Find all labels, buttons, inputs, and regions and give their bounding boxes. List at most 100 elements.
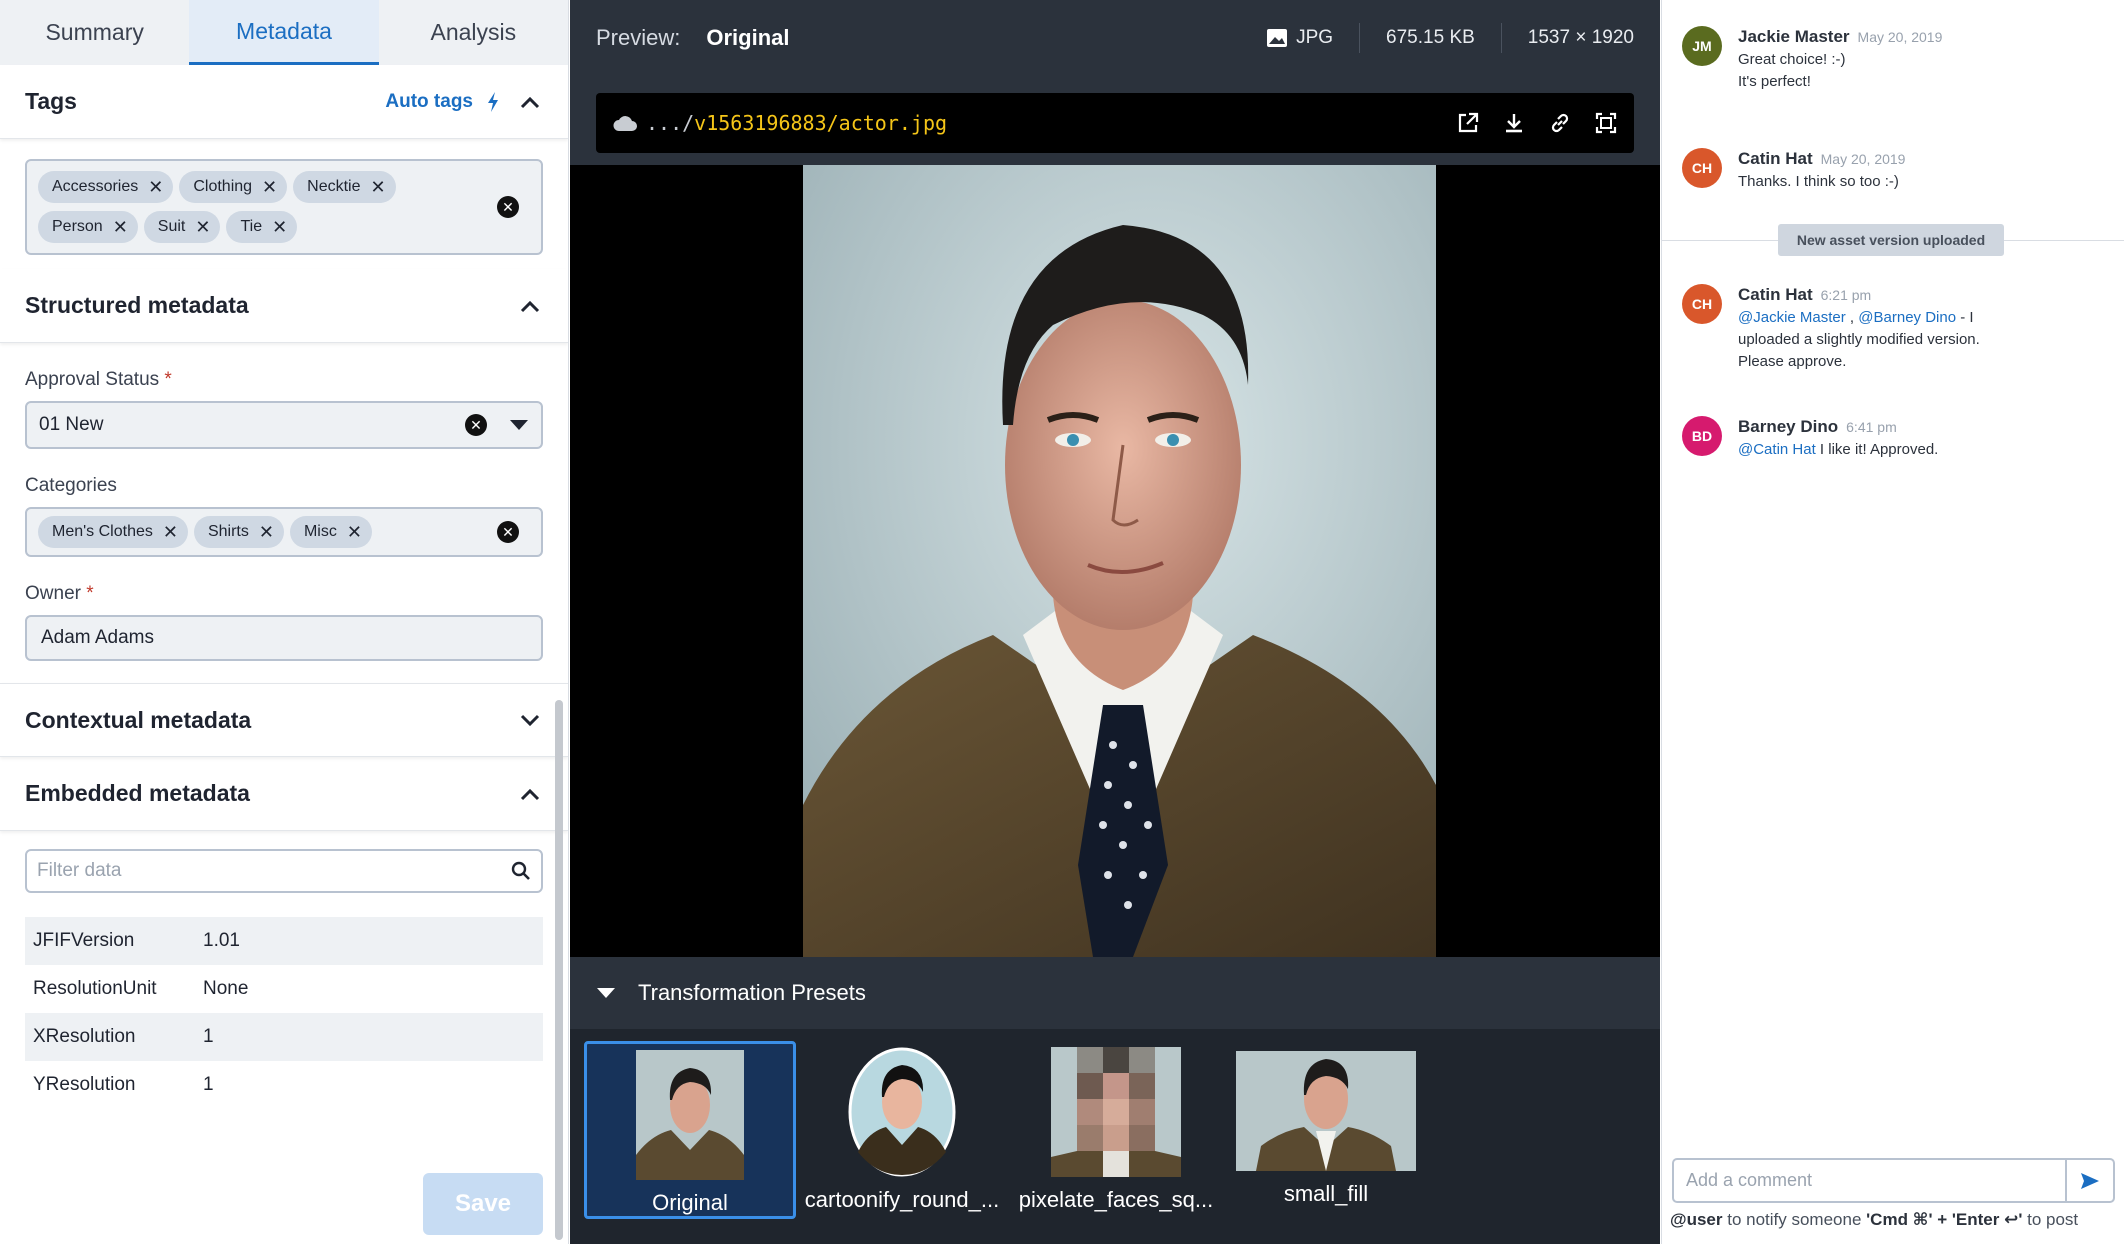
clear-approval-icon[interactable]: ✕ bbox=[465, 414, 487, 436]
preset-thumbnail bbox=[848, 1047, 956, 1177]
remove-tag-icon[interactable]: ✕ bbox=[371, 178, 386, 196]
comment-item: BD Barney Dino 6:41 pm @Catin Hat I like … bbox=[1682, 416, 1938, 461]
chevron-up-icon[interactable] bbox=[517, 293, 543, 319]
remove-tag-icon[interactable]: ✕ bbox=[113, 218, 128, 236]
structured-section-header[interactable]: Structured metadata bbox=[0, 269, 568, 343]
remove-category-icon[interactable]: ✕ bbox=[259, 523, 274, 541]
tags-title: Tags bbox=[25, 88, 77, 114]
search-icon[interactable] bbox=[511, 861, 531, 881]
metadata-panel: Summary Metadata Analysis Tags Auto tags… bbox=[0, 0, 569, 1244]
tag-chip: Tie ✕ bbox=[226, 211, 298, 243]
approval-status-value: 01 New bbox=[39, 414, 104, 435]
presets-list: Original cartoonify_round_... pixelate_f… bbox=[570, 1029, 1660, 1244]
tags-input[interactable]: Accessories ✕ Clothing ✕ Necktie ✕ Person ✕ Sui… bbox=[25, 159, 543, 255]
owner-label: Owner * bbox=[25, 583, 94, 604]
preview-label: Preview: bbox=[596, 24, 681, 50]
save-button[interactable]: Save bbox=[423, 1173, 543, 1235]
meta-value: 1 bbox=[203, 1074, 214, 1095]
category-chip-label: Misc bbox=[303, 523, 337, 540]
asset-preview-image[interactable] bbox=[803, 165, 1436, 957]
owner-input[interactable]: Adam Adams bbox=[25, 615, 543, 661]
remove-tag-icon[interactable]: ✕ bbox=[272, 218, 287, 236]
mention-link[interactable]: @Barney Dino bbox=[1858, 309, 1956, 326]
categories-label: Categories bbox=[25, 475, 117, 496]
comment-text: Great choice! :-) bbox=[1738, 51, 1846, 68]
embedded-section-header[interactable]: Embedded metadata bbox=[0, 757, 568, 831]
chevron-down-icon[interactable] bbox=[509, 419, 529, 431]
clear-categories-icon[interactable]: ✕ bbox=[497, 521, 519, 543]
remove-tag-icon[interactable]: ✕ bbox=[195, 218, 210, 236]
remove-category-icon[interactable]: ✕ bbox=[347, 523, 362, 541]
tag-chip-label: Clothing bbox=[193, 178, 253, 195]
chevron-up-icon[interactable] bbox=[517, 781, 543, 807]
asset-path-bar: .../ v1563196883/actor.jpg bbox=[596, 93, 1634, 153]
mention-link[interactable]: @Jackie Master bbox=[1738, 309, 1846, 326]
contextual-section-header[interactable]: Contextual metadata bbox=[0, 683, 568, 757]
filter-data-input[interactable]: Filter data bbox=[25, 849, 543, 893]
remove-tag-icon[interactable]: ✕ bbox=[148, 178, 163, 196]
comment-text: Please approve. bbox=[1738, 353, 1847, 370]
comment-author: Catin Hat bbox=[1738, 285, 1813, 304]
preset-thumbnail bbox=[1051, 1047, 1181, 1177]
avatar: CH bbox=[1682, 284, 1722, 324]
asset-path[interactable]: v1563196883/actor.jpg bbox=[694, 111, 947, 135]
embedded-metadata-table: JFIFVersion 1.01 ResolutionUnit None XReso… bbox=[25, 917, 543, 1109]
mention-link[interactable]: @Catin Hat bbox=[1738, 441, 1816, 458]
categories-input[interactable]: Men's Clothes ✕ Shirts ✕ Misc ✕ ✕ bbox=[25, 507, 543, 557]
chevron-down-icon[interactable] bbox=[517, 707, 543, 733]
transformation-presets-header[interactable]: Transformation Presets bbox=[570, 957, 1660, 1029]
tab-metadata[interactable]: Metadata bbox=[189, 0, 379, 65]
remove-category-icon[interactable]: ✕ bbox=[163, 523, 178, 541]
tag-chip-label: Suit bbox=[157, 218, 186, 235]
chevron-up-icon[interactable] bbox=[517, 89, 543, 115]
image-preview-area bbox=[570, 165, 1660, 957]
remove-tag-icon[interactable]: ✕ bbox=[262, 178, 277, 196]
table-row: XResolution 1 bbox=[25, 1013, 543, 1061]
contextual-title: Contextual metadata bbox=[25, 706, 252, 733]
preset-label: cartoonify_round_... bbox=[804, 1187, 1000, 1212]
approval-status-select[interactable]: 01 New ✕ bbox=[25, 401, 543, 449]
tag-chip: Suit ✕ bbox=[143, 211, 221, 243]
preset-thumbnail bbox=[636, 1050, 744, 1180]
table-row: ResolutionUnit None bbox=[25, 965, 543, 1013]
download-icon[interactable] bbox=[1502, 111, 1526, 135]
presets-title: Transformation Presets bbox=[638, 980, 866, 1005]
tab-analysis[interactable]: Analysis bbox=[379, 0, 568, 65]
preset-small-fill[interactable]: small_fill bbox=[1220, 1041, 1432, 1219]
auto-tags-button[interactable]: Auto tags bbox=[385, 91, 499, 113]
tab-summary[interactable]: Summary bbox=[0, 0, 189, 65]
comment-hint: @user to notify someone 'Cmd ⌘' + 'Enter… bbox=[1670, 1210, 2079, 1229]
comment-placeholder: Add a comment bbox=[1686, 1170, 1813, 1190]
meta-key: YResolution bbox=[33, 1074, 136, 1095]
preview-version: Original bbox=[706, 24, 790, 50]
tag-chip: Necktie ✕ bbox=[293, 171, 396, 203]
tag-chip: Clothing ✕ bbox=[179, 171, 288, 203]
path-prefix: .../ bbox=[646, 111, 695, 135]
meta-key: JFIFVersion bbox=[33, 930, 135, 951]
link-icon[interactable] bbox=[1548, 111, 1572, 135]
preset-pixelate[interactable]: pixelate_faces_sq... bbox=[1010, 1041, 1222, 1219]
preset-cartoonify[interactable]: cartoonify_round_... bbox=[796, 1041, 1008, 1219]
comment-item: JM Jackie Master May 20, 2019 Great choic… bbox=[1682, 26, 1942, 93]
send-button[interactable] bbox=[2065, 1160, 2113, 1201]
structured-title: Structured metadata bbox=[25, 292, 249, 318]
caret-down-icon[interactable] bbox=[596, 987, 616, 999]
meta-value: 1.01 bbox=[203, 930, 240, 951]
meta-value: 1 bbox=[203, 1026, 214, 1047]
embedded-title: Embedded metadata bbox=[25, 780, 250, 806]
open-external-icon[interactable] bbox=[1456, 111, 1480, 135]
meta-value: None bbox=[203, 978, 249, 999]
panel-scrollbar[interactable] bbox=[555, 700, 563, 1240]
crop-fullscreen-icon[interactable] bbox=[1594, 111, 1618, 135]
clear-tags-icon[interactable]: ✕ bbox=[497, 196, 519, 218]
tags-section-header[interactable]: Tags Auto tags bbox=[0, 65, 568, 139]
comment-input[interactable]: Add a comment bbox=[1672, 1158, 2115, 1203]
tag-chip-label: Accessories bbox=[52, 178, 139, 195]
filter-placeholder: Filter data bbox=[37, 860, 122, 881]
comment-author: Catin Hat bbox=[1738, 149, 1813, 168]
preset-original[interactable]: Original bbox=[584, 1041, 796, 1219]
avatar: BD bbox=[1682, 416, 1722, 456]
file-format: JPG bbox=[1296, 26, 1334, 48]
comment-time: May 20, 2019 bbox=[1857, 29, 1943, 45]
file-size: 675.15 KB bbox=[1386, 26, 1475, 48]
